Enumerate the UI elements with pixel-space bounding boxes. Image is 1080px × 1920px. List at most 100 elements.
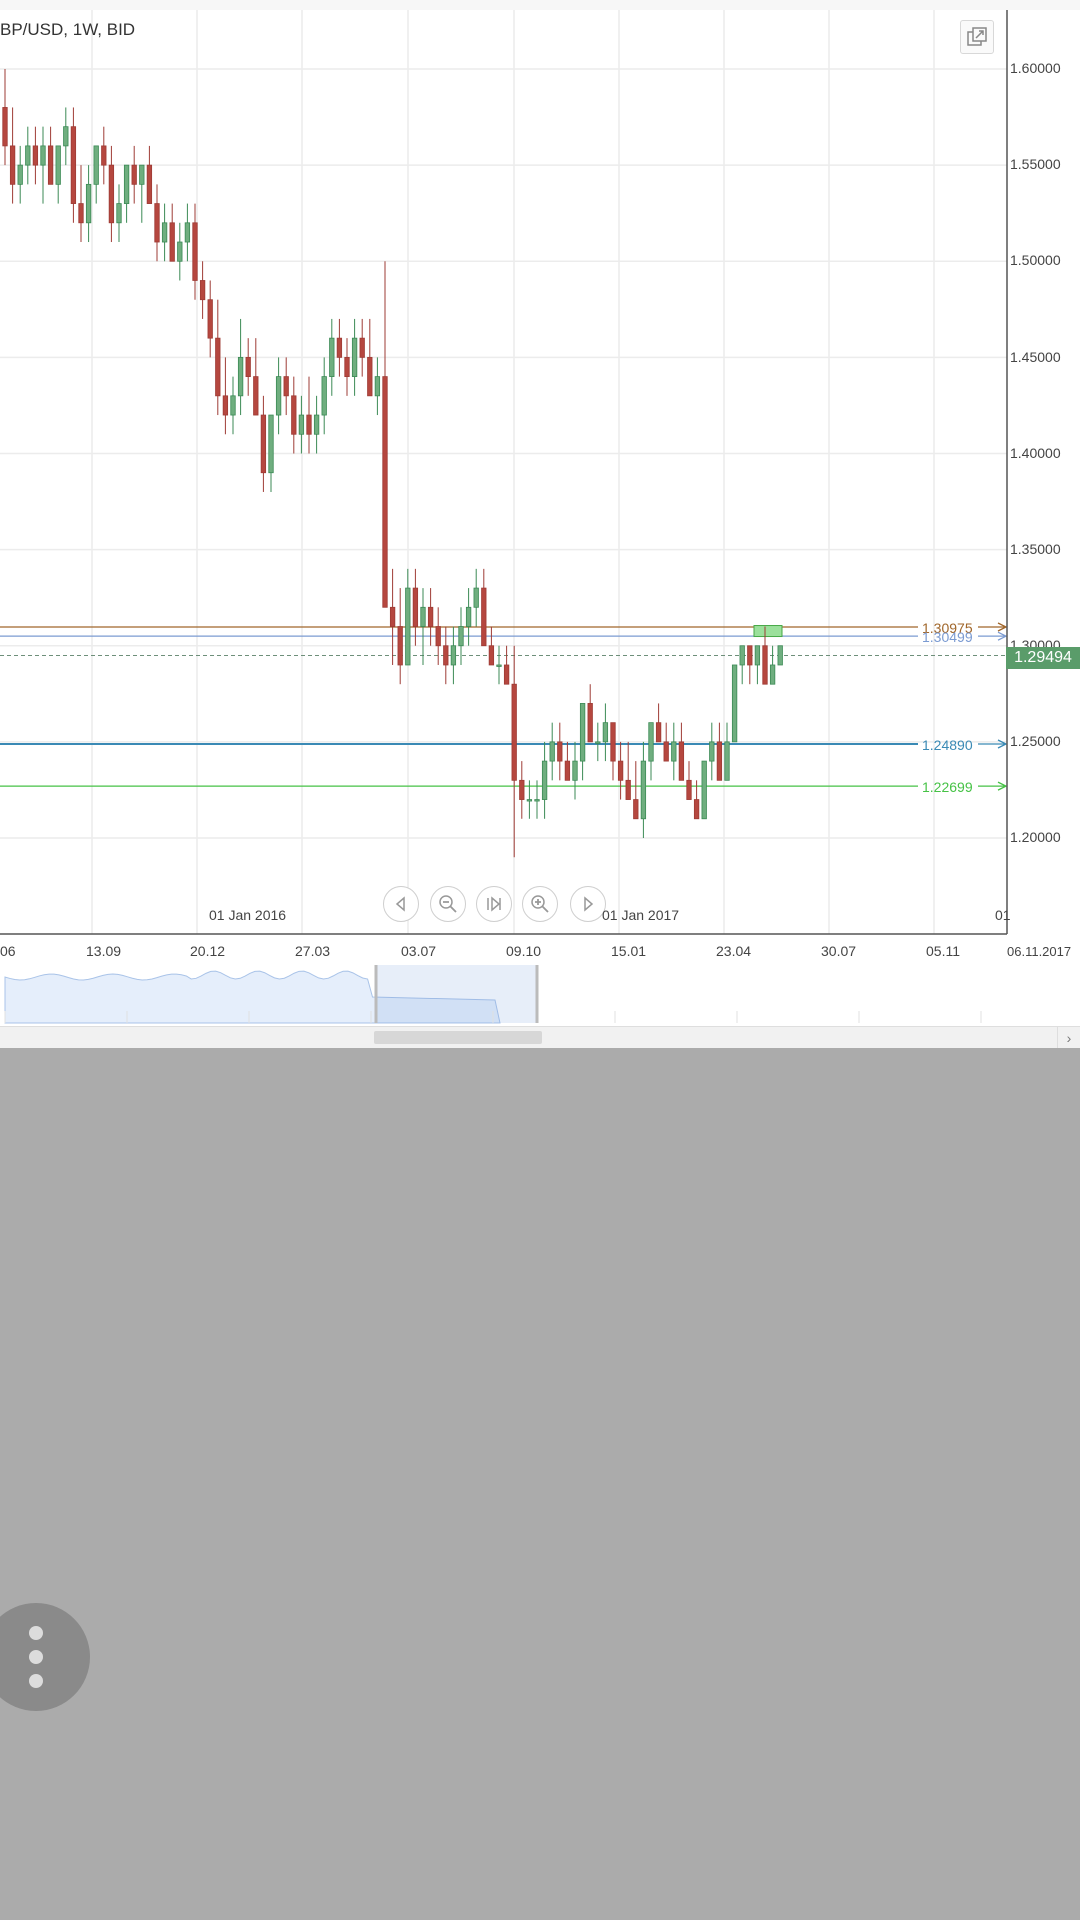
candle-body xyxy=(420,606,426,627)
candle-body xyxy=(40,145,46,166)
horizontal-scrollbar[interactable]: › xyxy=(0,1026,1080,1048)
more-options-button[interactable] xyxy=(0,1603,90,1711)
candle-body xyxy=(701,760,707,820)
candle-body xyxy=(579,703,586,762)
y-tick-label: 1.35000 xyxy=(1010,541,1061,557)
chart-grid xyxy=(0,10,1007,934)
candle-body xyxy=(275,376,282,416)
price-alert-box xyxy=(753,625,783,638)
candle-body xyxy=(139,164,145,185)
x-tick-label: 05.11 xyxy=(926,943,960,959)
candle-body xyxy=(306,414,312,435)
candle-body xyxy=(693,799,700,820)
candle-body xyxy=(458,626,464,647)
current-price-tag: 1.29494 xyxy=(1006,647,1080,669)
x-tick-label: 15.01 xyxy=(611,943,647,959)
more-dots-icon xyxy=(29,1626,43,1640)
zoom-out-button[interactable] xyxy=(430,886,466,922)
candle-body xyxy=(503,664,510,685)
candle-body xyxy=(70,126,77,204)
candle-body xyxy=(617,760,624,781)
candle-body xyxy=(709,741,715,762)
candle-body xyxy=(739,645,745,666)
candle-body xyxy=(230,395,236,416)
x-tick-label: 03.07 xyxy=(401,943,437,959)
line-label-1.24890: 1.24890 xyxy=(922,737,973,753)
candle-body xyxy=(131,164,137,185)
candle-body xyxy=(443,645,449,666)
candle-body xyxy=(397,626,403,666)
candle-body xyxy=(291,395,297,435)
candle-body xyxy=(450,645,457,666)
scrollbar-thumb[interactable] xyxy=(374,1031,542,1044)
candle-body xyxy=(283,376,289,397)
scroll-right-button[interactable] xyxy=(570,886,606,922)
candle-body xyxy=(481,587,487,647)
candle-body xyxy=(678,741,685,781)
line-label-1.22699: 1.22699 xyxy=(922,779,973,795)
candle-body xyxy=(78,203,84,224)
candle-body xyxy=(344,356,350,378)
horizontal-lines xyxy=(0,622,1008,791)
candle-body xyxy=(260,414,267,474)
candle-body xyxy=(9,145,16,185)
candle-body xyxy=(199,280,206,301)
candle-body xyxy=(465,606,472,627)
candle-body xyxy=(169,222,175,262)
popout-button[interactable] xyxy=(960,20,994,54)
candle-body xyxy=(63,126,69,147)
popout-icon xyxy=(967,27,987,46)
candle-body xyxy=(534,799,540,802)
chevron-right-icon: › xyxy=(1066,1029,1072,1046)
candle-body xyxy=(161,222,168,243)
candle-body xyxy=(526,799,533,802)
candle-body xyxy=(762,645,768,685)
x-tick-label: 09.10 xyxy=(506,943,542,959)
candle-body xyxy=(367,356,373,397)
candle-body xyxy=(511,683,517,781)
x-tick-label: 13.09 xyxy=(86,943,122,959)
candle-body xyxy=(564,760,571,781)
candle-body xyxy=(488,645,495,666)
skip-to-end-button[interactable] xyxy=(476,886,512,922)
x-tick-label: 20.12 xyxy=(190,943,226,959)
candle-body xyxy=(85,183,92,224)
y-tick-label: 1.55000 xyxy=(1010,156,1061,172)
candle-body xyxy=(351,337,358,377)
x-tick-label: 30.07 xyxy=(821,943,857,959)
y-tick-label: 1.50000 xyxy=(1010,252,1061,268)
x-tick-label: 23.04 xyxy=(716,943,752,959)
candle-body xyxy=(108,164,115,224)
candle-body xyxy=(640,760,647,820)
candle-body xyxy=(541,760,548,800)
chart-area[interactable]: BP/USD, 1W, BID 1.60000 1.55000 1.50000 … xyxy=(0,0,1080,1048)
candle-body xyxy=(146,164,153,204)
candle-body xyxy=(93,145,99,185)
candle-body xyxy=(253,376,259,416)
candle-body xyxy=(633,799,639,820)
arrow-left-icon xyxy=(395,896,405,912)
skip-end-icon xyxy=(487,896,501,912)
zoom-in-button[interactable] xyxy=(522,886,558,922)
candle-body xyxy=(336,337,343,358)
navigator-window xyxy=(376,965,537,1023)
candle-body xyxy=(769,664,776,685)
candle-body xyxy=(496,664,502,667)
zoom-in-icon xyxy=(531,895,549,913)
scroll-left-button[interactable] xyxy=(383,886,419,922)
candle-body xyxy=(374,376,381,397)
candle-body xyxy=(154,203,160,243)
candle-body xyxy=(47,145,54,185)
x-tick-label: 06 xyxy=(0,943,16,959)
line-label-1.30499: 1.30499 xyxy=(922,629,973,645)
candle-body xyxy=(313,414,320,435)
candle-body xyxy=(716,741,723,781)
candle-body xyxy=(207,299,213,339)
candle-body xyxy=(32,145,39,166)
candle-body xyxy=(123,164,130,204)
arrow-right-icon xyxy=(584,896,594,912)
candle-body xyxy=(686,779,692,800)
scrollbar-right-button[interactable]: › xyxy=(1057,1027,1080,1048)
candle-body xyxy=(602,722,609,743)
candle-body xyxy=(754,645,761,666)
